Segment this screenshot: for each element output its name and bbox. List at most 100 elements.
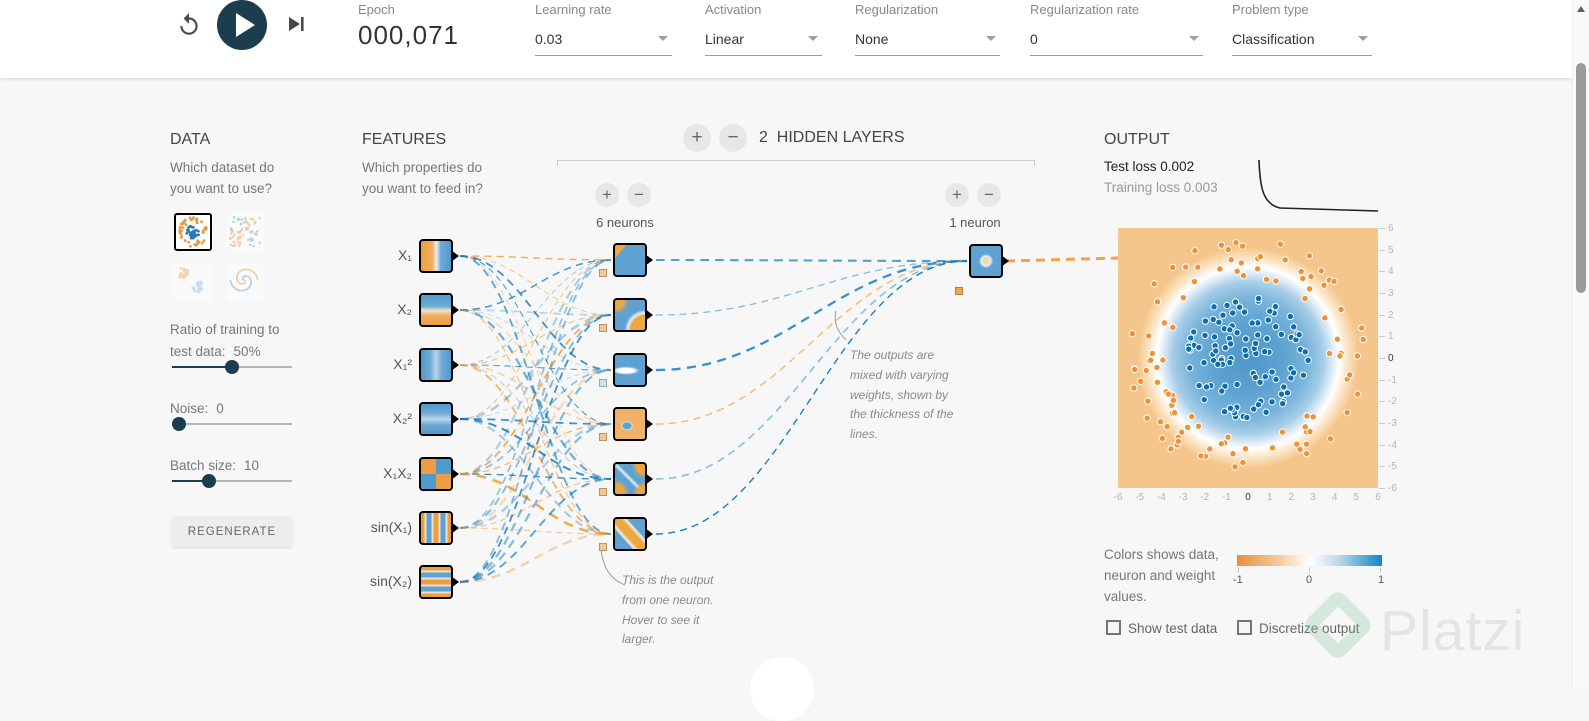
y-axis-tick: -2 [1388,396,1397,408]
features-panel-question: Which properties do you want to feed in? [362,160,483,196]
y-axis-tickmark [1379,228,1385,229]
hidden1-neuron-6[interactable] [613,517,653,551]
learning-rate-select[interactable]: Learning rate 0.03 [535,0,672,60]
remove-neuron-layer2-button[interactable]: − [977,183,1001,207]
learning-rate-value: 0.03 [535,31,563,47]
neuron-bias-square [599,488,607,496]
vertical-scrollbar[interactable] [1572,0,1589,688]
train-ratio-slider[interactable] [172,360,292,374]
dataset-thumbnail-gaussian[interactable] [174,263,212,301]
reset-icon-glyph [180,13,198,35]
feature-node-5[interactable] [419,457,459,491]
node-output-arrow-icon [451,413,459,425]
color-scale-bar [1237,555,1382,566]
scrollbar-up-arrow-icon[interactable] [1577,6,1585,12]
batch-size-slider[interactable] [172,474,292,488]
hidden1-neuron-1[interactable] [613,243,653,277]
problem-type-label: Problem type [1232,2,1309,17]
output-scatter-points [1128,238,1367,471]
slider-thumb[interactable] [225,360,239,374]
hidden1-neuron-4[interactable] [613,407,653,441]
dataset-thumbnail-circle[interactable] [174,213,212,251]
node-output-arrow-icon [451,304,459,316]
regularization-rate-select[interactable]: Regularization rate 0 [1030,0,1203,60]
slider-fill [172,366,232,368]
weights-annotation: The outputs are mixed with varying weigh… [850,348,954,442]
activation-value: Linear [705,31,744,47]
chevron-down-icon [1358,36,1368,41]
reset-icon[interactable] [176,12,202,38]
feature-label-3: X₁² [393,356,412,372]
feature-label-1: X₁ [397,247,412,263]
node-output-arrow-icon [451,576,459,588]
y-axis-tick: 1 [1388,331,1394,343]
feature-node-4[interactable] [419,402,459,436]
learning-rate-label: Learning rate [535,2,612,17]
select-underline [1030,55,1203,56]
y-axis-tick: 3 [1388,288,1394,299]
top-control-bar: Epoch 000,071 Learning rate 0.03 Activat… [0,0,1572,78]
y-axis-tickmark [1379,271,1385,273]
select-underline [705,55,822,56]
step-button[interactable] [285,13,307,35]
x-axis-tick: 0 [1245,492,1251,503]
add-neuron-layer1-button[interactable]: + [595,183,619,207]
add-neuron-layer2-button[interactable]: + [945,183,969,207]
remove-layer-button[interactable]: − [719,124,747,152]
regularization-select[interactable]: Regularization None [855,0,1000,60]
feature-node-3[interactable] [419,348,459,382]
select-underline [535,55,672,56]
scrollbar-thumb[interactable] [1576,63,1586,293]
hidden1-neuron-3[interactable] [613,353,653,387]
color-legend-text: Colors shows data, neuron and weight val… [1104,547,1219,604]
node-output-arrow-icon [645,309,653,321]
y-axis-tick: -3 [1388,418,1397,429]
data-panel-question: Which dataset do you want to use? [170,160,275,196]
slider-thumb[interactable] [202,474,217,488]
discretize-output-checkbox[interactable] [1237,620,1252,635]
add-layer-button[interactable]: + [683,124,711,152]
remove-neuron-layer1-button[interactable]: − [627,183,651,207]
feature-node-2[interactable] [419,293,459,327]
regenerate-button[interactable]: REGENERATE [172,516,292,547]
play-icon [236,13,255,37]
step-icon [289,17,304,31]
show-test-data-label[interactable]: Show test data [1128,621,1217,636]
neuron-output-annotation: This is the output from one neuron. Hove… [622,573,714,647]
play-button[interactable] [217,0,267,50]
y-axis-tickmark [1379,249,1385,251]
y-axis-tickmark [1379,423,1385,424]
activation-select[interactable]: Activation Linear [705,0,822,60]
slider-thumb[interactable] [172,417,186,431]
features-panel-title: FEATURES [362,131,447,148]
data-panel-title: DATA [170,131,211,148]
scale-label-mid: 0 [1306,574,1313,586]
dataset-thumbnail-spiral[interactable] [227,263,265,301]
y-axis-tick: -5 [1388,461,1397,473]
hidden1-neuron-5[interactable] [613,462,653,496]
hidden-layers-count: 2 [759,129,768,146]
neuron-bias-square [599,433,607,441]
problem-type-select[interactable]: Problem type Classification [1232,0,1372,60]
node-output-arrow-icon [451,468,459,480]
node-output-arrow-icon [645,528,653,540]
output-plot [1118,228,1378,488]
feature-node-7[interactable] [419,565,459,599]
node-output-arrow-icon [451,522,459,534]
noise-slider[interactable] [172,417,292,431]
y-axis-tickmark [1379,358,1385,359]
feature-node-1[interactable] [419,239,459,273]
x-axis-tick: 2 [1288,492,1295,503]
hidden1-neuron-2[interactable] [613,298,653,332]
train-ratio-label: Ratio of training to test data: 50% [170,322,280,359]
node-output-arrow-icon [451,250,459,262]
neuron-bias-square [599,543,607,551]
hidden-layers-title: 2 HIDDEN LAYERS [759,129,905,147]
show-test-data-checkbox[interactable] [1106,620,1121,635]
hidden2-neuron-1[interactable] [969,244,1009,278]
feature-node-6[interactable] [419,511,459,545]
dataset-thumbnail-exclusive-or[interactable] [227,213,265,251]
x-axis-tick: -1 [1221,492,1231,503]
select-underline [855,55,1000,56]
layer1-neurons-label: 6 neurons [596,215,654,230]
